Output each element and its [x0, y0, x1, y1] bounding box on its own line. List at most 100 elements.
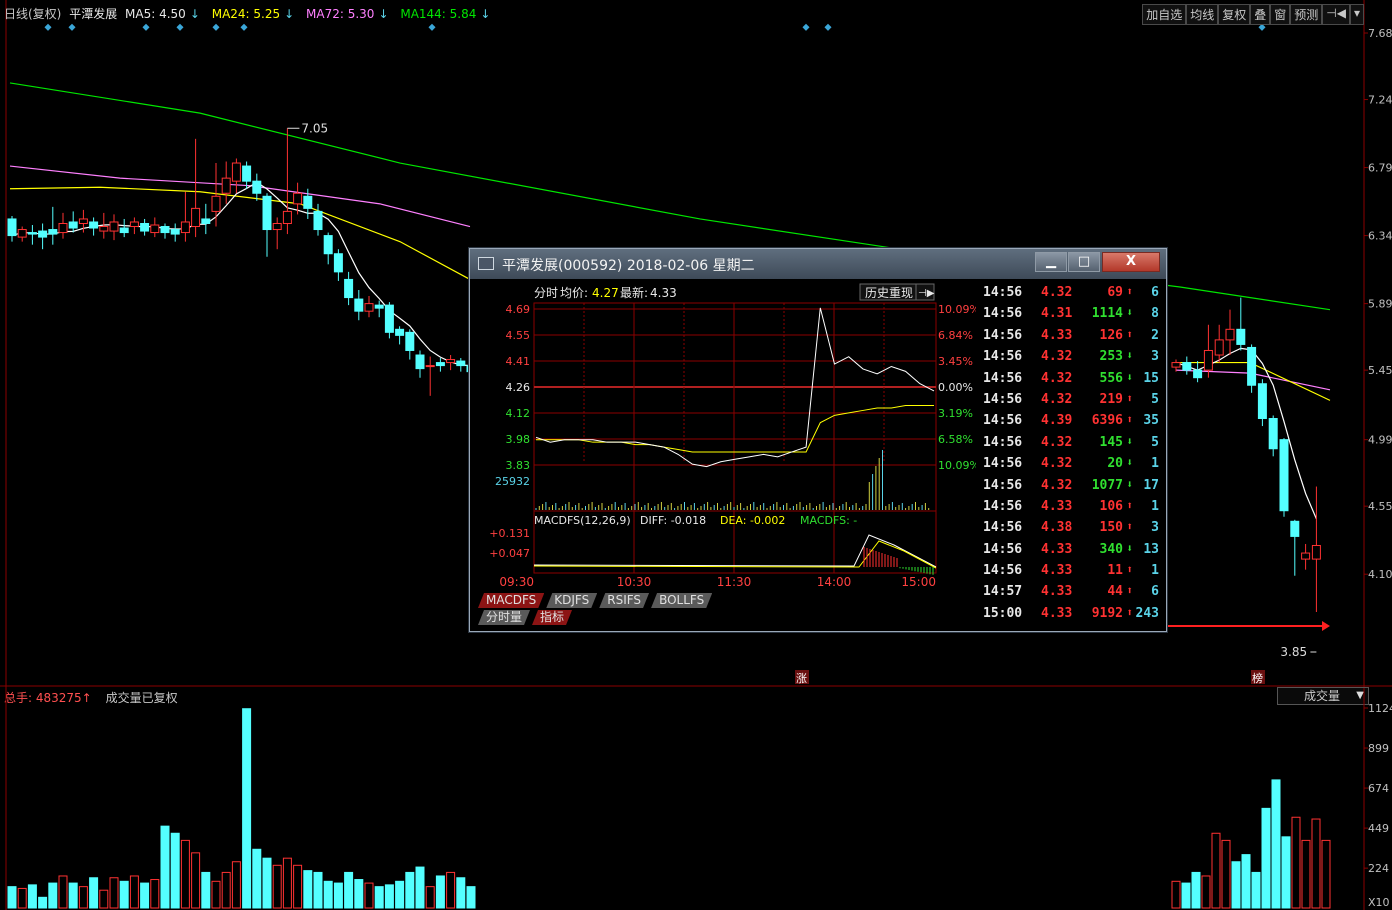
candle-down [140, 222, 150, 232]
price-axis-label: 4.10 [1368, 568, 1392, 581]
time-axis-label: 11:30 [717, 575, 752, 589]
price-axis-label: 6.34 [1368, 230, 1392, 243]
volume-bar [150, 879, 160, 909]
tick-volume: 20 [1107, 456, 1123, 472]
volume-bar [1171, 880, 1181, 909]
volume-bar [1301, 839, 1311, 909]
tick-time: 14:56 [983, 327, 1023, 343]
arrow-up-icon: ⬆ [1126, 391, 1133, 405]
candle-up [129, 221, 139, 228]
intraday-price-label: 4.41 [506, 355, 531, 368]
candle-up [17, 229, 27, 238]
volume-bar [58, 875, 68, 909]
candle-up [1171, 362, 1181, 368]
tick-count: 6 [1151, 285, 1159, 300]
tick-row[interactable]: 14:56 4.32 556 15 ⬇ [981, 369, 1163, 390]
indicator-bar: 日线(复权) 平潭发展 MA5: 4.50 ↓ MA24: 5.25 ↓ MA72:… [4, 5, 498, 21]
volume-bar [1231, 861, 1241, 909]
volume-bar [38, 896, 48, 909]
tick-time: 14:56 [983, 477, 1023, 493]
tab-bollfs[interactable]: BOLLFS [651, 593, 712, 608]
volume-bar [364, 882, 374, 909]
dialog-titlebar[interactable]: 平潭发展(000592) 2018-02-06 星期二 ▁ □ X [470, 249, 1166, 279]
tick-row[interactable]: 14:56 4.33 106 1 ⬆ [981, 497, 1163, 518]
intraday-price-label: 4.12 [506, 407, 531, 420]
window-button[interactable]: 窗 [1270, 4, 1291, 25]
price-axis-label: 4.55 [1368, 500, 1392, 513]
tab-kdjfs[interactable]: KDJFS [546, 593, 597, 608]
adjust-button[interactable]: 复权 [1218, 4, 1251, 25]
tick-volume: 126 [1099, 327, 1123, 343]
time-axis-label: 14:00 [817, 575, 852, 589]
tab-indicator[interactable]: 指标 [532, 610, 572, 625]
tick-volume: 11 [1107, 563, 1123, 579]
forecast-button[interactable]: 预测 [1290, 4, 1323, 25]
overlay-button[interactable]: 叠 [1250, 4, 1271, 25]
candle-up [150, 224, 160, 234]
tick-row[interactable]: 14:56 4.39 6396 35 ⬆ [981, 411, 1163, 432]
candle-down [395, 328, 405, 336]
tick-list[interactable]: 14:56 4.32 69 6 ⬆ 14:56 4.31 1114 8 ⬇ 14:56 4.33 126… [981, 283, 1163, 625]
tick-price: 4.32 [1041, 349, 1073, 365]
tick-count: 1 [1151, 498, 1159, 514]
ma-button[interactable]: 均线 [1186, 4, 1219, 25]
tick-row[interactable]: 14:56 4.32 145 5 ⬇ [981, 433, 1163, 454]
tick-row[interactable]: 14:56 4.32 1077 17 ⬇ [981, 476, 1163, 497]
add-watchlist-button[interactable]: 加自选 [1142, 4, 1187, 25]
candle-down [415, 354, 425, 370]
volume-chart[interactable]: 1124 899 674 449 224 X10 [0, 688, 1392, 910]
tick-row[interactable]: 14:56 4.32 219 5 ⬆ [981, 390, 1163, 411]
arrow-down-icon: ⬇ [1126, 477, 1133, 491]
maximize-button[interactable]: □ [1068, 252, 1100, 272]
candle-down [1279, 439, 1289, 512]
tick-row[interactable]: 14:56 4.32 20 1 ⬇ [981, 454, 1163, 475]
minimize-button[interactable]: ▁ [1035, 252, 1067, 272]
dropdown-icon[interactable]: ▾ [1349, 4, 1364, 25]
tick-row[interactable]: 14:56 4.31 1114 8 ⬇ [981, 304, 1163, 325]
tab-rsifs[interactable]: RSIFS [599, 593, 649, 608]
volume-bar [180, 839, 190, 909]
volume-bar [1251, 871, 1261, 909]
intraday-pct-label: 10.09% [938, 459, 976, 472]
tick-volume: 150 [1099, 520, 1123, 536]
candle-down [1236, 328, 1246, 345]
intraday-history-dialog[interactable]: 平潭发展(000592) 2018-02-06 星期二 ▁ □ X 分时 均价: 4… [469, 248, 1167, 632]
tick-price: 4.33 [1041, 541, 1073, 557]
tick-row[interactable]: 14:56 4.32 69 6 ⬆ [981, 283, 1163, 304]
candle-down [374, 304, 384, 309]
candle-down [170, 229, 180, 235]
volume-bar [252, 848, 262, 909]
event-label: 榜 [1252, 671, 1263, 685]
avg-label: 均价: [560, 286, 588, 300]
history-button-label: 历史重现 [865, 286, 913, 300]
intraday-price-label: 3.98 [506, 433, 531, 446]
volume-bar [415, 866, 425, 909]
price-axis-label: 5.89 [1368, 298, 1392, 311]
tick-time: 14:56 [983, 520, 1023, 536]
candle-down [354, 298, 364, 312]
close-button[interactable]: X [1102, 252, 1160, 272]
period-label[interactable]: 日线(复权) [4, 7, 61, 21]
tick-volume: 44 [1107, 584, 1123, 600]
tick-row[interactable]: 14:56 4.38 150 3 ⬆ [981, 518, 1163, 539]
candle-up [272, 222, 282, 231]
tick-row[interactable]: 14:56 4.32 253 3 ⬇ [981, 347, 1163, 368]
tab-macdfs[interactable]: MACDFS [478, 593, 544, 608]
tick-row[interactable]: 15:00 4.33 9192 243 ⬆ [981, 604, 1163, 625]
tab-minute-volume[interactable]: 分时量 [478, 610, 530, 625]
price-axis-label: 6.79 [1368, 162, 1392, 175]
candle-down [160, 226, 170, 234]
volume-bar [27, 884, 37, 909]
tick-row[interactable]: 14:56 4.33 340 13 ⬇ [981, 540, 1163, 561]
candle-down [1257, 383, 1267, 420]
candle-up [1225, 328, 1235, 341]
tick-row[interactable]: 14:57 4.33 44 6 ⬆ [981, 582, 1163, 603]
intraday-chart[interactable]: 分时 均价: 4.27 最新: 4.33 历史重现 ⊣▶ 4.69 10.09% 4.55 6.84… [476, 283, 976, 591]
tick-row[interactable]: 14:56 4.33 11 1 ⬆ [981, 561, 1163, 582]
collapse-icon[interactable]: ⊣◀ [1322, 4, 1350, 25]
intraday-price-label: 3.83 [506, 459, 531, 472]
volume-bar [395, 880, 405, 909]
candle-up [78, 218, 88, 224]
tick-row[interactable]: 14:56 4.33 126 2 ⬆ [981, 326, 1163, 347]
tick-price: 4.33 [1041, 498, 1073, 514]
